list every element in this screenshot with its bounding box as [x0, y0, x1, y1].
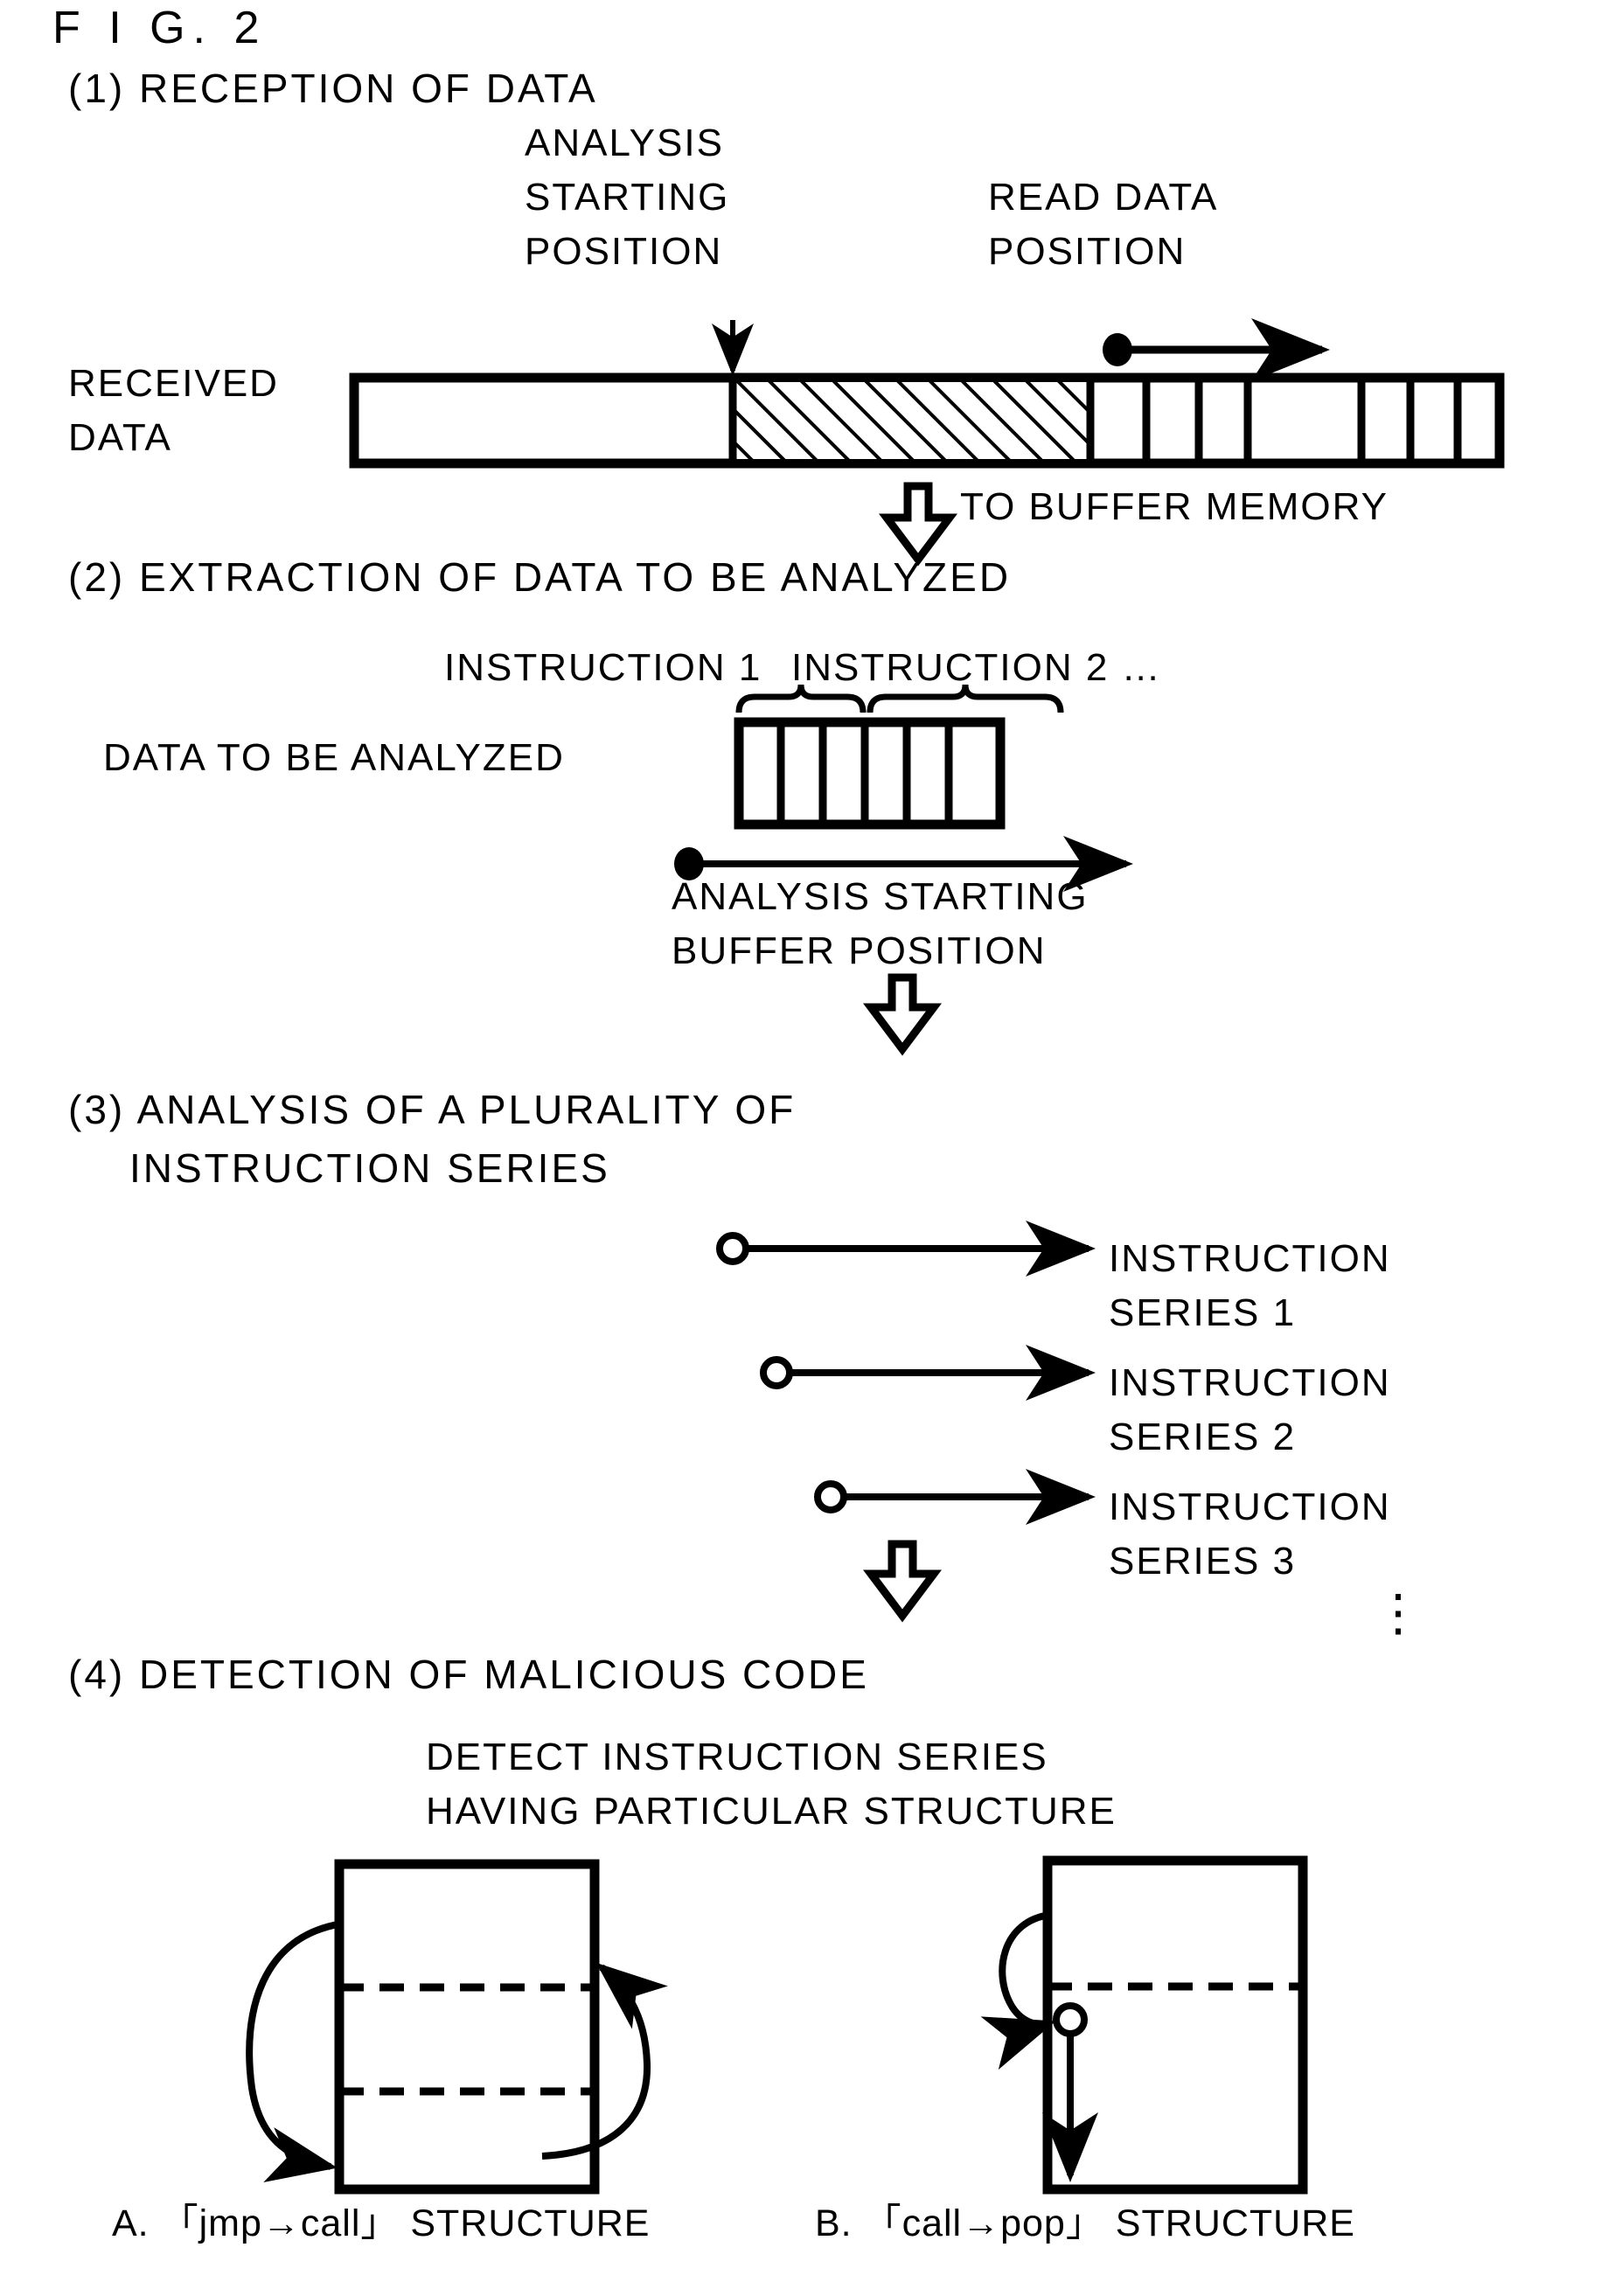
box-a-top-instruction: j m p — [357, 1910, 471, 1953]
step4-heading: (4) DETECTION OF MALICIOUS CODE — [68, 1652, 869, 1697]
to-buffer-memory-arrow — [879, 482, 957, 567]
detect-label-line2: HAVING PARTICULAR STRUCTURE — [426, 1790, 1117, 1833]
instruction-series-2-arrow — [760, 1345, 1096, 1401]
box-a-bottom-instruction: c a l l — [350, 2108, 483, 2151]
received-data-label-line1: RECEIVED — [68, 362, 279, 405]
analysis-start-label-line2: STARTING — [525, 176, 730, 219]
analysis-buffer-label-line1: ANALYSIS STARTING — [672, 875, 1089, 918]
box-a-caption: A. 「jmp→call」 STRUCTURE — [112, 2202, 651, 2244]
box-b-call-loop-curve — [980, 1911, 1056, 2070]
box-b-bottom-instruction: p o p — [1068, 2045, 1185, 2088]
instruction-series-2-line1: INSTRUCTION — [1109, 1361, 1391, 1404]
step2-heading: (2) EXTRACTION OF DATA TO BE ANALYZED — [68, 554, 1012, 600]
instruction-series-1-line2: SERIES 1 — [1109, 1291, 1297, 1334]
box-a-call-return-curve — [541, 1962, 668, 2160]
figure-title: F I G. 2 — [52, 3, 268, 53]
data-to-be-analyzed-label: DATA TO BE ANALYZED — [103, 736, 565, 779]
received-data-label-line2: DATA — [68, 416, 172, 459]
instruction-2-label: INSTRUCTION 2 … — [791, 646, 1162, 689]
instruction-series-2-line2: SERIES 2 — [1109, 1416, 1297, 1458]
detect-label-line1: DETECT INSTRUCTION SERIES — [426, 1736, 1048, 1778]
read-data-position-marker — [1103, 318, 1330, 381]
transition-arrow-3-to-4 — [863, 1540, 942, 1623]
step3-heading-line2: INSTRUCTION SERIES — [129, 1145, 610, 1191]
received-data-ellipsis-cell-text: ••• — [1273, 401, 1337, 447]
instruction-series-1-line1: INSTRUCTION — [1109, 1237, 1391, 1280]
analysis-buffer-label-line2: BUFFER POSITION — [672, 929, 1047, 972]
to-buffer-memory-label: TO BUFFER MEMORY — [960, 485, 1389, 528]
analysis-start-label-line1: ANALYSIS — [525, 122, 724, 164]
instruction-series-1-arrow — [716, 1221, 1096, 1277]
instruction-series-3-line1: INSTRUCTION — [1109, 1485, 1391, 1528]
step1-heading: (1) RECEPTION OF DATA — [68, 66, 598, 111]
instruction-series-3-line2: SERIES 3 — [1109, 1540, 1297, 1583]
step3-heading-line1: (3) ANALYSIS OF A PLURALITY OF — [68, 1087, 797, 1132]
read-data-label-line2: POSITION — [988, 230, 1187, 273]
box-b-top-instruction: c a l l — [1065, 1899, 1198, 1942]
hatched-analysis-region — [733, 382, 1090, 459]
analyzed-data-ellipsis-cell-text: ••• — [829, 748, 891, 790]
box-b-node-circle — [1053, 2002, 1088, 2037]
box-b-caption: B. 「call→pop」 STRUCTURE — [815, 2202, 1355, 2244]
series-vertical-ellipsis: ⋮ — [1373, 1584, 1425, 1641]
transition-arrow-2-to-3 — [863, 973, 942, 1056]
instruction-1-label: INSTRUCTION 1 — [444, 646, 762, 689]
instruction-series-3-arrow — [814, 1469, 1096, 1525]
read-data-label-line1: READ DATA — [988, 176, 1219, 219]
analysis-start-label-line3: POSITION — [525, 230, 723, 273]
box-a-jmp-to-call-curve — [246, 1920, 344, 2182]
